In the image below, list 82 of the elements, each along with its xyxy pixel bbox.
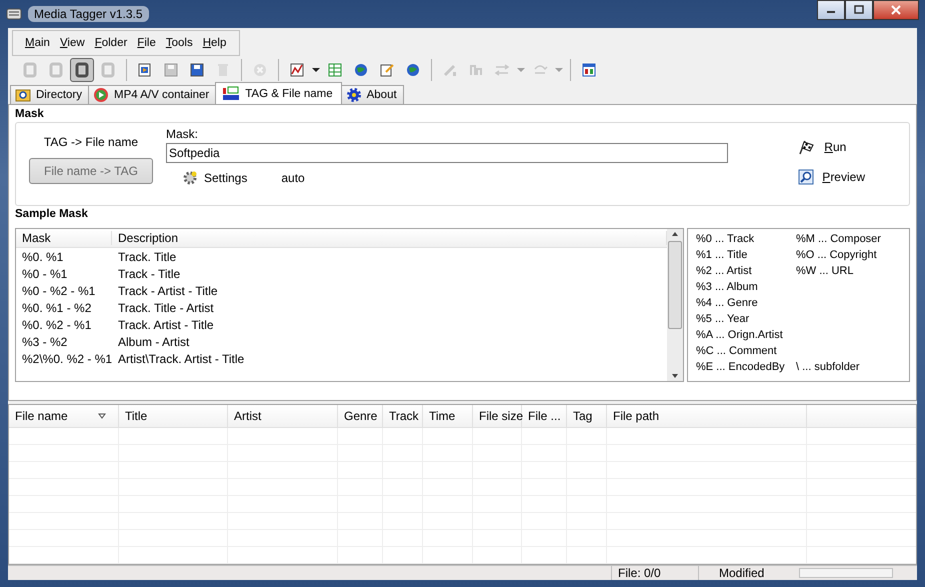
window-icon	[581, 62, 597, 78]
sheet-icon	[327, 62, 343, 78]
run-button[interactable]: Run	[798, 139, 865, 155]
mask-label: Mask:	[166, 127, 200, 141]
column-header[interactable]: Time	[423, 405, 473, 427]
column-header[interactable]: File path	[607, 405, 807, 427]
mask-row[interactable]: %2\%0. %2 - %1 Artist\Track. Artist - Title	[16, 350, 667, 367]
tab[interactable]: MP4 A/V container	[88, 85, 216, 104]
column-header[interactable]: Artist	[228, 405, 338, 427]
toolbar-button[interactable]	[70, 58, 94, 82]
column-header[interactable]: Tag	[567, 405, 607, 427]
preview-button[interactable]: Preview	[798, 169, 865, 185]
mask-field[interactable]: Softpedia	[166, 143, 728, 163]
menu-item[interactable]: File	[133, 35, 160, 51]
code-hint: %2 ... Artist	[696, 265, 753, 279]
gear-icon	[346, 87, 362, 103]
chart-icon	[289, 62, 305, 78]
group-title: Sample Mask	[15, 208, 89, 220]
mask-row[interactable]: %0 - %2 - %1 Track - Artist - Title	[16, 282, 667, 299]
play-disc-icon	[93, 87, 110, 103]
tab[interactable]: TAG & File name	[215, 82, 342, 104]
column-header[interactable]: Genre	[338, 405, 383, 427]
arrows-icon	[494, 62, 510, 78]
settings-value: auto	[281, 171, 305, 185]
maximize-icon	[854, 5, 864, 15]
mask-row[interactable]: %0. %1 Track. Title	[16, 248, 667, 265]
column-header[interactable]: File name	[9, 405, 119, 427]
globe-icon	[405, 62, 421, 78]
mask-row[interactable]: %3 - %2 Album - Artist	[16, 333, 667, 350]
code-hint: \ ... subfolder	[796, 361, 861, 375]
close-icon	[891, 5, 901, 15]
column-header[interactable]: Mask	[16, 231, 112, 245]
code-hint: %4 ... Genre	[696, 297, 759, 311]
menu-item[interactable]: Tools	[162, 35, 197, 51]
code-hint: %1 ... Title	[696, 249, 748, 263]
tag-file-icon	[222, 86, 240, 102]
mask-row[interactable]: %0. %2 - %1 Track. Artist - Title	[16, 316, 667, 333]
stop-icon	[252, 62, 268, 78]
menu-item[interactable]: Main	[21, 35, 54, 51]
code-hint: %0 ... Track	[696, 233, 756, 247]
column-header[interactable]: File size	[473, 405, 522, 427]
code-hint: %M ... Composer	[796, 233, 882, 247]
code-hint: %C ... Comment	[696, 345, 778, 359]
folder-search-icon	[15, 87, 31, 103]
minimize-button[interactable]	[817, 0, 845, 20]
code-hint: %W ... URL	[796, 265, 854, 279]
code-hint: %3 ... Album	[696, 281, 759, 295]
menu-item[interactable]: Folder	[90, 35, 132, 51]
film-icon	[137, 62, 153, 78]
column-header[interactable]: File ...	[522, 405, 567, 427]
pen-icon	[442, 62, 458, 78]
column-header[interactable]: Track	[383, 405, 423, 427]
scrollbar[interactable]	[667, 229, 683, 381]
code-hint: %A ... Orign.Artist	[696, 329, 784, 343]
column-header[interactable]: Title	[119, 405, 228, 427]
menu-item[interactable]: Help	[198, 35, 230, 51]
globe-icon	[353, 62, 369, 78]
page-icon	[22, 62, 38, 78]
close-button[interactable]	[873, 0, 919, 20]
settings-button[interactable]: Settings	[182, 170, 248, 186]
code-hint: %O ... Copyright	[796, 249, 878, 263]
maximize-button[interactable]	[845, 0, 873, 20]
direction-label: TAG -> File name	[44, 135, 138, 149]
menu-item[interactable]: View	[56, 35, 89, 51]
group-title: Mask	[15, 108, 45, 120]
page-icon	[48, 62, 64, 78]
edit-icon	[379, 62, 395, 78]
magnifier-icon	[798, 169, 814, 185]
mask-row[interactable]: %0 - %1 Track - Title	[16, 265, 667, 282]
code-hint: %E ... EncodedBy	[696, 361, 786, 375]
tab[interactable]: Directory	[10, 85, 90, 104]
app-icon	[6, 6, 22, 22]
checkered-flag-icon	[798, 139, 816, 155]
code-hint: %5 ... Year	[696, 313, 750, 327]
file-count: File: 0/0	[611, 566, 698, 580]
gear-icon	[182, 170, 198, 186]
bars-icon	[468, 62, 484, 78]
mask-row[interactable]: %0. %1 - %2 Track. Title - Artist	[16, 299, 667, 316]
tab[interactable]: About	[340, 85, 404, 104]
page-icon	[74, 62, 90, 78]
page-icon	[100, 62, 116, 78]
window-title: Media Tagger v1.3.5	[28, 6, 149, 22]
